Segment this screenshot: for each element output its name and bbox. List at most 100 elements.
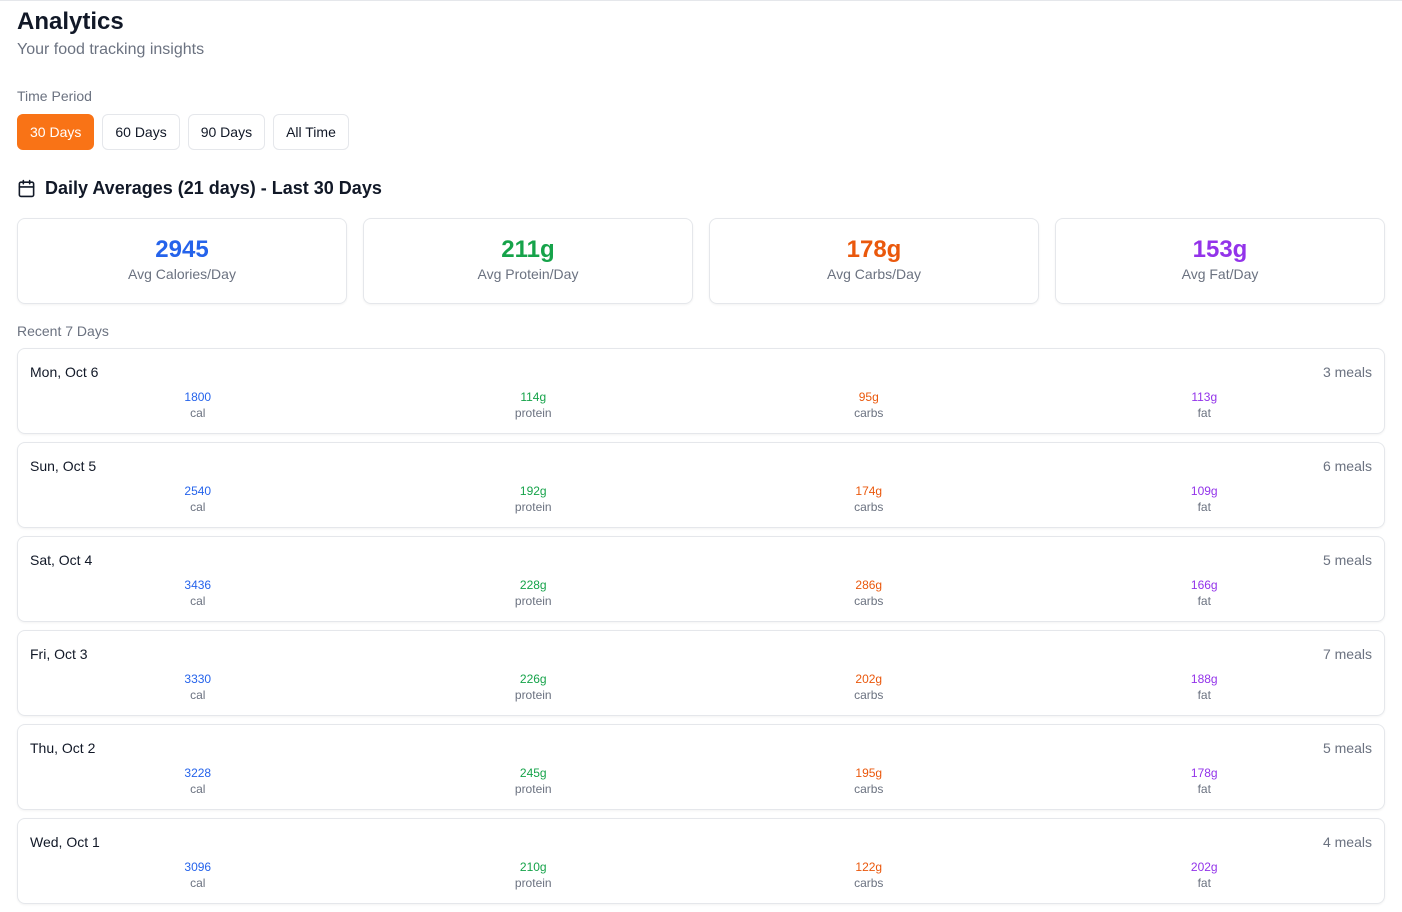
recent-days-label: Recent 7 Days bbox=[17, 323, 109, 339]
protein-stat: 228g protein bbox=[366, 577, 702, 609]
day-meal-count: 5 meals bbox=[1322, 740, 1372, 756]
fat-stat: 109g fat bbox=[1037, 483, 1373, 515]
protein-stat: 226g protein bbox=[366, 671, 702, 703]
avg-carbs-label: Avg Carbs/Day bbox=[827, 266, 921, 282]
protein-unit: protein bbox=[514, 594, 552, 608]
average-cards: 2945 Avg Calories/Day 211g Avg Protein/D… bbox=[17, 218, 1385, 304]
calories-value: 3436 bbox=[184, 578, 212, 592]
day-meal-count: 4 meals bbox=[1322, 834, 1372, 850]
day-date: Sat, Oct 4 bbox=[30, 552, 93, 568]
carbs-stat: 95g carbs bbox=[701, 389, 1037, 421]
protein-value: 210g bbox=[519, 860, 547, 874]
carbs-stat: 174g carbs bbox=[701, 483, 1037, 515]
carbs-value: 174g bbox=[855, 484, 883, 498]
day-stats: 3228 cal 245g protein 195g carbs 178g fat bbox=[30, 765, 1372, 797]
calories-unit: cal bbox=[190, 594, 206, 608]
avg-calories-label: Avg Calories/Day bbox=[128, 266, 236, 282]
fat-value: 178g bbox=[1190, 766, 1218, 780]
carbs-unit: carbs bbox=[854, 594, 884, 608]
carbs-unit: carbs bbox=[854, 688, 884, 702]
top-divider bbox=[0, 0, 1402, 1]
avg-carbs-value: 178g bbox=[846, 236, 902, 263]
avg-fat-value: 153g bbox=[1192, 236, 1248, 263]
avg-calories-value: 2945 bbox=[155, 236, 209, 263]
avg-protein-value: 211g bbox=[501, 236, 555, 263]
day-meal-count: 6 meals bbox=[1322, 458, 1372, 474]
fat-value: 202g bbox=[1190, 860, 1218, 874]
period-90-days-button[interactable]: 90 Days bbox=[187, 114, 266, 150]
fat-unit: fat bbox=[1197, 500, 1211, 514]
carbs-unit: carbs bbox=[854, 782, 884, 796]
calories-value: 3096 bbox=[184, 860, 212, 874]
calories-stat: 3228 cal bbox=[30, 765, 366, 797]
calories-unit: cal bbox=[190, 782, 206, 796]
fat-value: 188g bbox=[1190, 672, 1218, 686]
protein-value: 114g bbox=[520, 390, 547, 404]
protein-unit: protein bbox=[514, 782, 552, 796]
period-all-time-button[interactable]: All Time bbox=[273, 114, 349, 150]
calories-value: 1800 bbox=[184, 390, 212, 404]
protein-stat: 245g protein bbox=[366, 765, 702, 797]
fat-stat: 113g fat bbox=[1037, 389, 1373, 421]
day-card[interactable]: Fri, Oct 3 7 meals 3330 cal 226g protein 2… bbox=[17, 630, 1385, 716]
fat-stat: 166g fat bbox=[1037, 577, 1373, 609]
carbs-unit: carbs bbox=[854, 500, 884, 514]
fat-stat: 188g fat bbox=[1037, 671, 1373, 703]
day-stats: 2540 cal 192g protein 174g carbs 109g fat bbox=[30, 483, 1372, 515]
page-title: Analytics bbox=[17, 8, 124, 35]
calendar-icon bbox=[17, 179, 36, 198]
day-meal-count: 5 meals bbox=[1322, 552, 1372, 568]
calories-stat: 1800 cal bbox=[30, 389, 366, 421]
period-30-days-button[interactable]: 30 Days bbox=[17, 114, 95, 150]
protein-unit: protein bbox=[514, 500, 552, 514]
day-card[interactable]: Mon, Oct 6 3 meals 1800 cal 114g protein 9… bbox=[17, 348, 1385, 434]
protein-unit: protein bbox=[514, 876, 552, 890]
period-60-days-button[interactable]: 60 Days bbox=[102, 114, 180, 150]
calories-value: 2540 bbox=[184, 484, 212, 498]
avg-protein-card: 211g Avg Protein/Day bbox=[363, 218, 693, 304]
calories-unit: cal bbox=[190, 406, 206, 420]
protein-value: 226g bbox=[519, 672, 547, 686]
daily-averages-title: Daily Averages (21 days) - Last 30 Days bbox=[45, 177, 382, 198]
day-card[interactable]: Thu, Oct 2 5 meals 3228 cal 245g protein 1… bbox=[17, 724, 1385, 810]
carbs-value: 95g bbox=[858, 390, 879, 404]
fat-stat: 202g fat bbox=[1037, 859, 1373, 891]
day-date: Wed, Oct 1 bbox=[30, 834, 100, 850]
fat-stat: 178g fat bbox=[1037, 765, 1373, 797]
avg-calories-card: 2945 Avg Calories/Day bbox=[17, 218, 347, 304]
carbs-stat: 202g carbs bbox=[701, 671, 1037, 703]
fat-unit: fat bbox=[1197, 594, 1211, 608]
carbs-value: 122g bbox=[855, 860, 883, 874]
fat-value: 109g bbox=[1190, 484, 1218, 498]
carbs-stat: 195g carbs bbox=[701, 765, 1037, 797]
calories-value: 3330 bbox=[184, 672, 212, 686]
day-card[interactable]: Sat, Oct 4 5 meals 3436 cal 228g protein 2… bbox=[17, 536, 1385, 622]
carbs-stat: 122g carbs bbox=[701, 859, 1037, 891]
calories-value: 3228 bbox=[184, 766, 212, 780]
calories-stat: 3096 cal bbox=[30, 859, 366, 891]
day-card[interactable]: Wed, Oct 1 4 meals 3096 cal 210g protein 1… bbox=[17, 818, 1385, 904]
day-card[interactable]: Sun, Oct 5 6 meals 2540 cal 192g protein 1… bbox=[17, 442, 1385, 528]
fat-unit: fat bbox=[1197, 876, 1211, 890]
protein-unit: protein bbox=[514, 406, 552, 420]
carbs-unit: carbs bbox=[854, 876, 884, 890]
day-meal-count: 3 meals bbox=[1322, 364, 1372, 380]
calories-unit: cal bbox=[190, 688, 206, 702]
calories-stat: 2540 cal bbox=[30, 483, 366, 515]
day-stats: 3436 cal 228g protein 286g carbs 166g fat bbox=[30, 577, 1372, 609]
carbs-value: 202g bbox=[855, 672, 883, 686]
day-stats: 3330 cal 226g protein 202g carbs 188g fat bbox=[30, 671, 1372, 703]
carbs-unit: carbs bbox=[854, 406, 884, 420]
fat-value: 166g bbox=[1190, 578, 1218, 592]
fat-unit: fat bbox=[1197, 406, 1211, 420]
time-period-label: Time Period bbox=[17, 88, 92, 104]
calories-unit: cal bbox=[190, 500, 206, 514]
recent-days-list: Mon, Oct 6 3 meals 1800 cal 114g protein 9… bbox=[17, 348, 1385, 912]
protein-stat: 192g protein bbox=[366, 483, 702, 515]
day-stats: 1800 cal 114g protein 95g carbs 113g fat bbox=[30, 389, 1372, 421]
fat-unit: fat bbox=[1197, 782, 1211, 796]
protein-stat: 114g protein bbox=[366, 389, 702, 421]
avg-fat-label: Avg Fat/Day bbox=[1181, 266, 1259, 282]
avg-carbs-card: 178g Avg Carbs/Day bbox=[709, 218, 1039, 304]
day-stats: 3096 cal 210g protein 122g carbs 202g fat bbox=[30, 859, 1372, 891]
